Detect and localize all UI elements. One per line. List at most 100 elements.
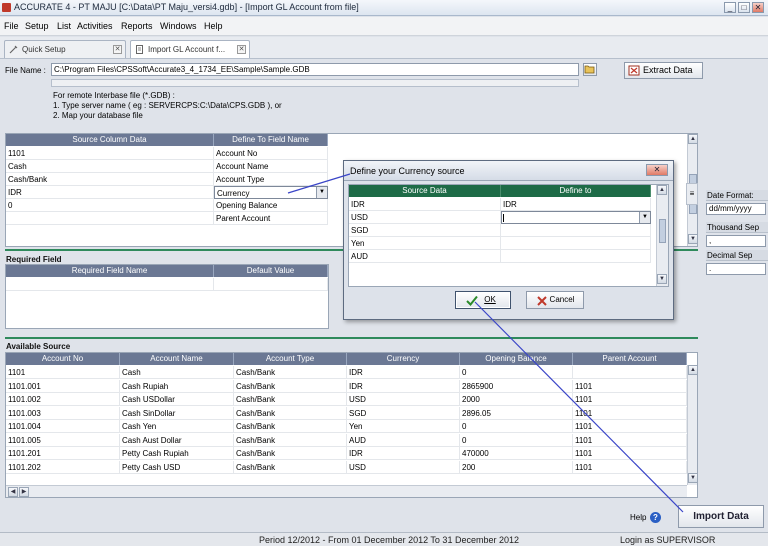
restore-button[interactable]: □ xyxy=(738,2,750,13)
available-source-grid: Account No Account Name Account Type Cur… xyxy=(5,352,698,498)
text-cursor xyxy=(503,214,504,222)
date-format-input[interactable]: dd/mm/yyyy xyxy=(706,203,766,215)
scroll-thumb[interactable]: ▶ xyxy=(19,487,29,497)
available-cell: 2896.05 xyxy=(460,406,573,420)
mapping-source-cell: IDR xyxy=(6,186,214,199)
available-cell: Cash/Bank xyxy=(234,379,347,393)
available-cell: Petty Cash USD xyxy=(120,460,234,474)
cancel-button[interactable]: Cancel xyxy=(526,291,584,309)
available-cell: Cash/Bank xyxy=(234,366,347,379)
minimize-button[interactable]: _ xyxy=(724,2,736,13)
hint-line-2: 1. Type server name ( eg : SERVERCPS:C:\… xyxy=(53,101,282,110)
scroll-down-icon[interactable]: ▼ xyxy=(688,473,697,483)
extract-data-label: Extract Data xyxy=(643,65,693,75)
available-cell: Cash/Bank xyxy=(234,393,347,406)
currency-source-cell: USD xyxy=(349,211,501,224)
available-cell: 1101 xyxy=(573,379,687,393)
chevron-down-icon[interactable]: ▼ xyxy=(639,212,650,223)
menu-windows[interactable]: Windows xyxy=(160,21,197,31)
file-name-label: File Name : xyxy=(5,66,46,75)
ok-button[interactable]: OK xyxy=(455,291,511,309)
section-divider xyxy=(5,337,698,339)
bottom-bar: Help ? Import Data xyxy=(0,500,768,532)
scroll-left-icon[interactable]: ◀ xyxy=(8,487,18,497)
import-data-button[interactable]: Import Data xyxy=(678,505,764,528)
menu-activities[interactable]: Activities xyxy=(77,21,113,31)
currency-define-cell[interactable]: IDR xyxy=(501,198,651,211)
required-field-title: Required Field xyxy=(6,255,62,264)
available-cell: Cash/Bank xyxy=(234,420,347,433)
available-hscroll[interactable]: ◀ ▶ xyxy=(6,485,687,497)
available-cell: Cash Yen xyxy=(120,420,234,433)
document-icon xyxy=(136,45,143,54)
available-cell: IDR xyxy=(347,379,460,393)
app-icon xyxy=(2,3,11,12)
available-cell: 1101 xyxy=(573,420,687,433)
available-cell: 0 xyxy=(460,366,573,379)
currency-grid: Source Data Define to IDR IDR USD ▼ SGD … xyxy=(348,184,669,287)
menu-setup[interactable]: Setup xyxy=(25,21,49,31)
available-cell: Cash xyxy=(120,366,234,379)
folder-icon xyxy=(584,65,595,74)
mapping-field-dropdown[interactable]: Currency ▼ xyxy=(214,186,328,199)
available-cell: 1101.005 xyxy=(6,433,120,447)
currency-define-cell[interactable] xyxy=(501,250,651,263)
scroll-thumb[interactable] xyxy=(659,219,666,243)
close-button[interactable]: ✕ xyxy=(752,2,764,13)
menu-list[interactable]: List xyxy=(57,21,71,31)
scroll-down-icon[interactable]: ▼ xyxy=(657,274,667,284)
available-cell: 1101 xyxy=(573,447,687,460)
available-header: Account Type xyxy=(234,353,347,365)
mapping-field-cell[interactable]: Parent Account xyxy=(214,212,328,225)
check-icon xyxy=(466,295,478,306)
scroll-up-icon[interactable]: ▲ xyxy=(688,365,697,375)
required-row xyxy=(6,278,214,291)
currency-define-cell[interactable] xyxy=(501,237,651,250)
decimal-sep-label: Decimal Sep xyxy=(706,250,768,261)
currency-scrollbar[interactable]: ▲ ▼ xyxy=(656,185,668,286)
currency-source-cell: Yen xyxy=(349,237,501,250)
status-bar: Period 12/2012 - From 01 December 2012 T… xyxy=(0,532,768,546)
scroll-down-icon[interactable]: ▼ xyxy=(688,234,697,244)
available-cell: SGD xyxy=(347,406,460,420)
extract-data-button[interactable]: Extract Data xyxy=(624,62,703,79)
date-format-label: Date Format: xyxy=(706,190,768,201)
status-period: Period 12/2012 - From 01 December 2012 T… xyxy=(259,535,519,545)
mapping-field-cell[interactable]: Account Type xyxy=(214,173,328,186)
scroll-up-icon[interactable]: ▲ xyxy=(688,134,697,144)
currency-define-cell[interactable] xyxy=(501,224,651,237)
dialog-title-bar: Define your Currency source ✕ xyxy=(344,161,673,181)
mapping-field-dropdown-value: Currency xyxy=(217,189,250,198)
splitter-handle[interactable]: ≡ xyxy=(686,183,698,205)
dialog-close-button[interactable]: ✕ xyxy=(646,164,668,176)
tab-quick-setup[interactable]: Quick Setup ✕ xyxy=(4,40,126,58)
available-cell: 0 xyxy=(460,420,573,433)
mapping-field-cell[interactable]: Account No xyxy=(214,147,328,160)
mapping-header-field: Define To Field Name xyxy=(214,134,328,146)
tab-import-gl-account[interactable]: Import GL Account f... ✕ xyxy=(130,40,250,58)
thousand-sep-input[interactable]: , xyxy=(706,235,766,247)
required-row xyxy=(214,278,328,291)
available-cell: 0 xyxy=(460,433,573,447)
help-icon[interactable]: ? xyxy=(650,512,661,523)
available-cell: IDR xyxy=(347,366,460,379)
available-cell: Cash USDollar xyxy=(120,393,234,406)
menu-help[interactable]: Help xyxy=(204,21,223,31)
available-cell: 1101 xyxy=(573,406,687,420)
mapping-field-cell[interactable]: Account Name xyxy=(214,160,328,173)
available-vscroll[interactable]: ▲ ▼ xyxy=(687,365,697,485)
file-name-input[interactable]: C:\Program Files\CPSSoft\Accurate3_4_173… xyxy=(51,63,579,76)
chevron-down-icon[interactable]: ▼ xyxy=(316,187,327,198)
menu-reports[interactable]: Reports xyxy=(121,21,153,31)
browse-folder-button[interactable] xyxy=(583,63,597,76)
available-cell: 1101 xyxy=(573,433,687,447)
close-icon[interactable]: ✕ xyxy=(113,45,122,54)
mapping-field-cell[interactable]: Opening Balance xyxy=(214,199,328,212)
currency-define-dropdown[interactable]: ▼ xyxy=(501,211,651,224)
dialog-title: Define your Currency source xyxy=(350,166,465,176)
decimal-sep-input[interactable]: . xyxy=(706,263,766,275)
available-cell: 2865900 xyxy=(460,379,573,393)
close-icon[interactable]: ✕ xyxy=(237,45,246,54)
menu-file[interactable]: File xyxy=(4,21,19,31)
scroll-up-icon[interactable]: ▲ xyxy=(657,185,667,195)
